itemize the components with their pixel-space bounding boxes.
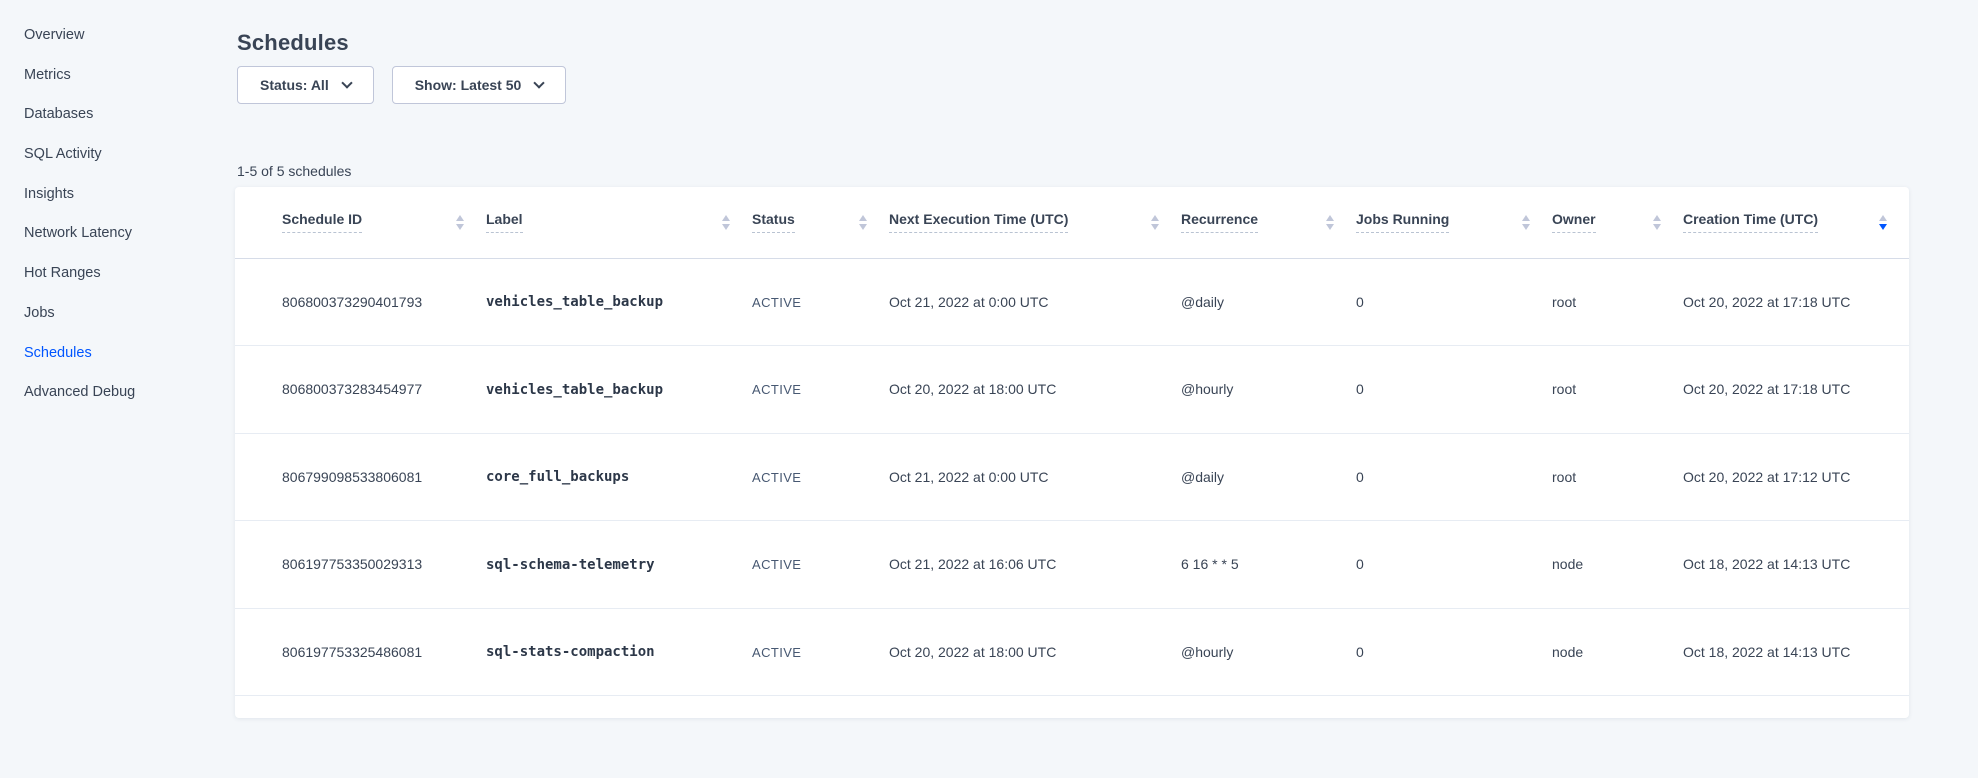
sort-icon[interactable] bbox=[1508, 215, 1530, 230]
recurrence-cell: @hourly bbox=[1181, 381, 1233, 397]
owner-cell: node bbox=[1552, 556, 1583, 572]
sidebar-item-jobs[interactable]: Jobs bbox=[24, 294, 214, 334]
sidebar-item-metrics[interactable]: Metrics bbox=[24, 56, 214, 96]
owner-cell: node bbox=[1552, 644, 1583, 660]
filter-bar: Status: All Show: Latest 50 bbox=[237, 66, 566, 104]
status-filter-dropdown[interactable]: Status: All bbox=[237, 66, 374, 104]
column-header-label[interactable]: Label bbox=[486, 187, 752, 258]
column-header-recurrence[interactable]: Recurrence bbox=[1181, 187, 1356, 258]
schedules-table-card: Schedule ID Label Status Next Execution … bbox=[235, 187, 1909, 718]
column-header-owner[interactable]: Owner bbox=[1552, 187, 1683, 258]
sort-icon[interactable] bbox=[1865, 215, 1887, 230]
jobs-running-cell: 0 bbox=[1356, 294, 1364, 310]
sidebar-item-insights[interactable]: Insights bbox=[24, 175, 214, 215]
schedule-id-cell: 806800373290401793 bbox=[282, 294, 422, 310]
sidebar-item-overview[interactable]: Overview bbox=[24, 16, 214, 56]
sort-icon[interactable] bbox=[442, 215, 464, 230]
creation-time-cell: Oct 18, 2022 at 14:13 UTC bbox=[1683, 556, 1850, 572]
sort-icon[interactable] bbox=[708, 215, 730, 230]
status-cell: ACTIVE bbox=[752, 557, 801, 572]
schedule-id-cell: 806197753325486081 bbox=[282, 644, 422, 660]
sidebar-item-hot-ranges[interactable]: Hot Ranges bbox=[24, 254, 214, 294]
owner-cell: root bbox=[1552, 381, 1576, 397]
table-row[interactable]: 806800373290401793 vehicles_table_backup… bbox=[235, 258, 1909, 346]
next-execution-cell: Oct 20, 2022 at 18:00 UTC bbox=[889, 644, 1056, 660]
column-header-jobs-running[interactable]: Jobs Running bbox=[1356, 187, 1552, 258]
status-cell: ACTIVE bbox=[752, 645, 801, 660]
next-execution-cell: Oct 21, 2022 at 16:06 UTC bbox=[889, 556, 1056, 572]
sidebar-item-databases[interactable]: Databases bbox=[24, 95, 214, 135]
sidebar-item-schedules[interactable]: Schedules bbox=[24, 334, 214, 374]
owner-cell: root bbox=[1552, 469, 1576, 485]
recurrence-cell: 6 16 * * 5 bbox=[1181, 556, 1239, 572]
recurrence-cell: @daily bbox=[1181, 469, 1224, 485]
schedule-label-cell: sql-stats-compaction bbox=[486, 644, 655, 660]
recurrence-cell: @hourly bbox=[1181, 644, 1233, 660]
column-header-schedule-id[interactable]: Schedule ID bbox=[235, 187, 486, 258]
jobs-running-cell: 0 bbox=[1356, 644, 1364, 660]
schedule-label-cell: vehicles_table_backup bbox=[486, 294, 663, 310]
jobs-running-cell: 0 bbox=[1356, 556, 1364, 572]
sort-icon[interactable] bbox=[1639, 215, 1661, 230]
table-row[interactable]: 806799098533806081 core_full_backups ACT… bbox=[235, 433, 1909, 521]
status-filter-label: Status: All bbox=[260, 77, 329, 93]
owner-cell: root bbox=[1552, 294, 1576, 310]
schedules-table: Schedule ID Label Status Next Execution … bbox=[235, 187, 1909, 696]
creation-time-cell: Oct 18, 2022 at 14:13 UTC bbox=[1683, 644, 1850, 660]
creation-time-cell: Oct 20, 2022 at 17:18 UTC bbox=[1683, 294, 1850, 310]
sort-icon[interactable] bbox=[1312, 215, 1334, 230]
creation-time-cell: Oct 20, 2022 at 17:12 UTC bbox=[1683, 469, 1850, 485]
schedule-label-cell: vehicles_table_backup bbox=[486, 382, 663, 398]
table-header-row: Schedule ID Label Status Next Execution … bbox=[235, 187, 1909, 258]
chevron-down-icon bbox=[534, 77, 545, 88]
main-content: Schedules Status: All Show: Latest 50 1-… bbox=[235, 0, 1909, 778]
column-header-status[interactable]: Status bbox=[752, 187, 889, 258]
sort-icon[interactable] bbox=[1137, 215, 1159, 230]
schedule-id-cell: 806799098533806081 bbox=[282, 469, 422, 485]
sidebar: Overview Metrics Databases SQL Activity … bbox=[24, 16, 214, 413]
status-cell: ACTIVE bbox=[752, 470, 801, 485]
show-filter-dropdown[interactable]: Show: Latest 50 bbox=[392, 66, 567, 104]
table-row[interactable]: 806197753350029313 sql-schema-telemetry … bbox=[235, 521, 1909, 609]
schedule-id-cell: 806800373283454977 bbox=[282, 381, 422, 397]
table-row[interactable]: 806197753325486081 sql-stats-compaction … bbox=[235, 608, 1909, 696]
jobs-running-cell: 0 bbox=[1356, 381, 1364, 397]
column-header-next-execution-time[interactable]: Next Execution Time (UTC) bbox=[889, 187, 1181, 258]
schedule-id-cell: 806197753350029313 bbox=[282, 556, 422, 572]
status-cell: ACTIVE bbox=[752, 382, 801, 397]
sort-icon[interactable] bbox=[845, 215, 867, 230]
next-execution-cell: Oct 20, 2022 at 18:00 UTC bbox=[889, 381, 1056, 397]
sidebar-item-sql-activity[interactable]: SQL Activity bbox=[24, 135, 214, 175]
show-filter-label: Show: Latest 50 bbox=[415, 77, 522, 93]
table-row[interactable]: 806800373283454977 vehicles_table_backup… bbox=[235, 346, 1909, 434]
jobs-running-cell: 0 bbox=[1356, 469, 1364, 485]
status-cell: ACTIVE bbox=[752, 295, 801, 310]
sidebar-item-advanced-debug[interactable]: Advanced Debug bbox=[24, 373, 214, 413]
chevron-down-icon bbox=[341, 77, 352, 88]
creation-time-cell: Oct 20, 2022 at 17:18 UTC bbox=[1683, 381, 1850, 397]
next-execution-cell: Oct 21, 2022 at 0:00 UTC bbox=[889, 469, 1049, 485]
recurrence-cell: @daily bbox=[1181, 294, 1224, 310]
page-title: Schedules bbox=[237, 30, 349, 56]
sidebar-item-network-latency[interactable]: Network Latency bbox=[24, 214, 214, 254]
schedule-label-cell: sql-schema-telemetry bbox=[486, 557, 655, 573]
column-header-creation-time[interactable]: Creation Time (UTC) bbox=[1683, 187, 1909, 258]
next-execution-cell: Oct 21, 2022 at 0:00 UTC bbox=[889, 294, 1049, 310]
schedule-label-cell: core_full_backups bbox=[486, 469, 629, 485]
results-count: 1-5 of 5 schedules bbox=[237, 163, 351, 179]
